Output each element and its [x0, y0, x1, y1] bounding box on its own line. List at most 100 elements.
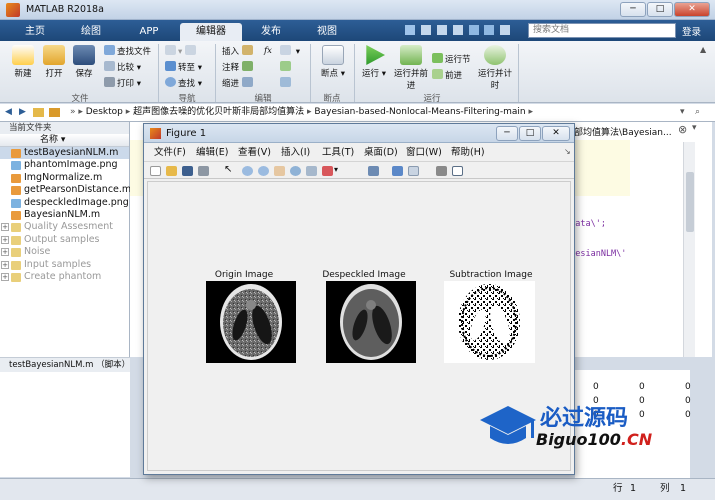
tab-publish[interactable]: 发布: [246, 23, 296, 41]
brush-icon[interactable]: [322, 166, 333, 176]
cut-icon[interactable]: [420, 25, 431, 35]
tab-home[interactable]: 主页: [10, 23, 60, 41]
folder-item[interactable]: + Noise: [0, 246, 129, 258]
folder-item[interactable]: + Input samples: [0, 259, 129, 271]
maximize-button[interactable]: □: [647, 2, 673, 17]
run-and-advance-button[interactable]: 运行并前进: [394, 45, 428, 91]
figure-menu-item[interactable]: 插入(I): [281, 144, 310, 161]
insert-button[interactable]: 插入: [222, 45, 255, 58]
expand-icon[interactable]: +: [1, 260, 9, 269]
pan-hand-icon[interactable]: [274, 166, 285, 176]
figure-menu-item[interactable]: 帮助(H): [451, 144, 485, 161]
search-documentation-input[interactable]: 搜索文档: [528, 23, 676, 38]
expand-icon[interactable]: +: [1, 272, 9, 281]
figure-menu-item[interactable]: 工具(T): [322, 144, 354, 161]
find-button[interactable]: 查找 ▾: [165, 77, 202, 90]
run-button[interactable]: 运行 ▾: [360, 45, 388, 79]
path-dropdown-icon[interactable]: ▾: [680, 104, 685, 121]
file-item[interactable]: getPearsonDistance.m: [0, 184, 131, 196]
legend-icon[interactable]: [408, 166, 419, 176]
pointer-icon[interactable]: ↖: [224, 164, 235, 175]
tab-editor[interactable]: 编辑器: [180, 23, 242, 41]
browse-folder-icon[interactable]: [49, 108, 60, 117]
zoom-out-icon[interactable]: [258, 166, 269, 176]
new-button[interactable]: 新建: [8, 45, 38, 79]
open-button[interactable]: 打开: [40, 45, 68, 79]
open-file-icon[interactable]: [166, 166, 177, 176]
expand-icon[interactable]: +: [1, 235, 9, 244]
folder-item[interactable]: + Output samples: [0, 234, 129, 246]
comment-extra-button[interactable]: [280, 61, 293, 74]
save-figure-icon[interactable]: [182, 166, 193, 176]
run-and-time-button[interactable]: 运行并计时: [478, 45, 512, 91]
expand-icon[interactable]: +: [1, 248, 9, 257]
tab-apps[interactable]: APP: [122, 23, 176, 41]
file-item[interactable]: ImgNormalize.m: [0, 172, 129, 184]
close-button[interactable]: ✕: [674, 2, 710, 17]
help-icon[interactable]: [500, 25, 511, 35]
name-column-header[interactable]: 名称 ▾: [0, 134, 129, 147]
editor-tab-path[interactable]: 部均值算法\Bayesian...: [574, 125, 672, 138]
figure-menu-item[interactable]: 桌面(D): [364, 144, 398, 161]
breakpoints-button[interactable]: 断点 ▾: [316, 45, 350, 79]
print-figure-icon[interactable]: [198, 166, 209, 176]
compare-button[interactable]: 比较 ▾: [104, 61, 141, 74]
forward-arrow-icon[interactable]: ▶: [19, 104, 26, 121]
tab-plots[interactable]: 绘图: [66, 23, 116, 41]
link-plot-icon[interactable]: [368, 166, 379, 176]
brush-dropdown-icon[interactable]: ▾: [334, 165, 345, 175]
file-item[interactable]: phantomImage.png: [0, 159, 129, 171]
print-button[interactable]: 打印 ▾: [104, 77, 141, 90]
figure-menu-item[interactable]: 编辑(E): [196, 144, 228, 161]
undo-icon[interactable]: [468, 25, 479, 35]
figure-menu-item[interactable]: 查看(V): [238, 144, 271, 161]
file-item[interactable]: BayesianNLM.m: [0, 209, 129, 221]
hide-plot-tools-icon[interactable]: [436, 166, 447, 176]
data-cursor-icon[interactable]: [306, 166, 317, 176]
figure-close-button[interactable]: ✕: [542, 126, 570, 141]
paste-icon[interactable]: [452, 25, 463, 35]
comment-button[interactable]: 注释: [222, 61, 255, 74]
tab-view[interactable]: 视图: [302, 23, 352, 41]
show-plot-tools-icon[interactable]: [452, 166, 463, 176]
file-item[interactable]: testBayesianNLM.m: [0, 147, 129, 160]
editor-scrollbar-thumb[interactable]: [686, 172, 694, 232]
colorbar-icon[interactable]: [392, 166, 403, 176]
expand-icon[interactable]: +: [1, 223, 9, 232]
zoom-in-icon[interactable]: [242, 166, 253, 176]
figure-menu-item[interactable]: 窗口(W): [406, 144, 442, 161]
save-button[interactable]: 保存: [70, 45, 98, 79]
save-icon[interactable]: [405, 25, 415, 35]
ribbon-collapse-icon[interactable]: ▲: [700, 45, 706, 54]
rotate-3d-icon[interactable]: [290, 166, 301, 176]
back-arrow-icon[interactable]: ◀: [5, 104, 12, 121]
indent-button[interactable]: 缩进: [222, 77, 255, 90]
login-button[interactable]: 登录: [682, 24, 701, 38]
goto-button[interactable]: 转至 ▾: [165, 61, 202, 74]
editor-menu-icon[interactable]: ▾: [692, 123, 697, 133]
navigate-back-button[interactable]: ▾: [165, 45, 198, 58]
new-figure-icon[interactable]: [150, 166, 161, 176]
menu-dock-icon[interactable]: ↘: [564, 147, 571, 156]
path-search-icon[interactable]: ⌕: [695, 104, 700, 121]
up-folder-icon[interactable]: [33, 108, 44, 117]
fx-button[interactable]: fx: [264, 45, 272, 58]
breadcrumb-repo-folder[interactable]: Bayesian-based-Nonlocal-Means-Filtering-…: [314, 107, 525, 117]
file-item[interactable]: despeckledImage.png: [0, 197, 129, 209]
edit-extra-buttons[interactable]: ▾: [280, 45, 300, 58]
minimize-button[interactable]: ─: [620, 2, 646, 17]
advance-button[interactable]: 前进: [432, 69, 462, 82]
copy-icon[interactable]: [436, 25, 447, 35]
editor-close-icon[interactable]: ⊗: [678, 123, 687, 136]
indent-extra-button[interactable]: [280, 77, 293, 90]
figure-maximize-button[interactable]: □: [519, 126, 541, 141]
breadcrumb-desktop[interactable]: Desktop: [86, 107, 123, 117]
folder-item[interactable]: + Quality Assesment: [0, 221, 129, 233]
redo-icon[interactable]: [484, 25, 495, 35]
figure-title-bar[interactable]: Figure 1 ─ □ ✕: [144, 124, 574, 143]
find-files-button[interactable]: 查找文件: [104, 45, 151, 58]
run-section-button[interactable]: 运行节: [432, 53, 471, 66]
breadcrumb-project-folder[interactable]: 超声图像去噪的优化贝叶斯非局部均值算法: [133, 107, 304, 117]
folder-item[interactable]: + Create phantom: [0, 271, 129, 283]
figure-menu-item[interactable]: 文件(F): [154, 144, 186, 161]
